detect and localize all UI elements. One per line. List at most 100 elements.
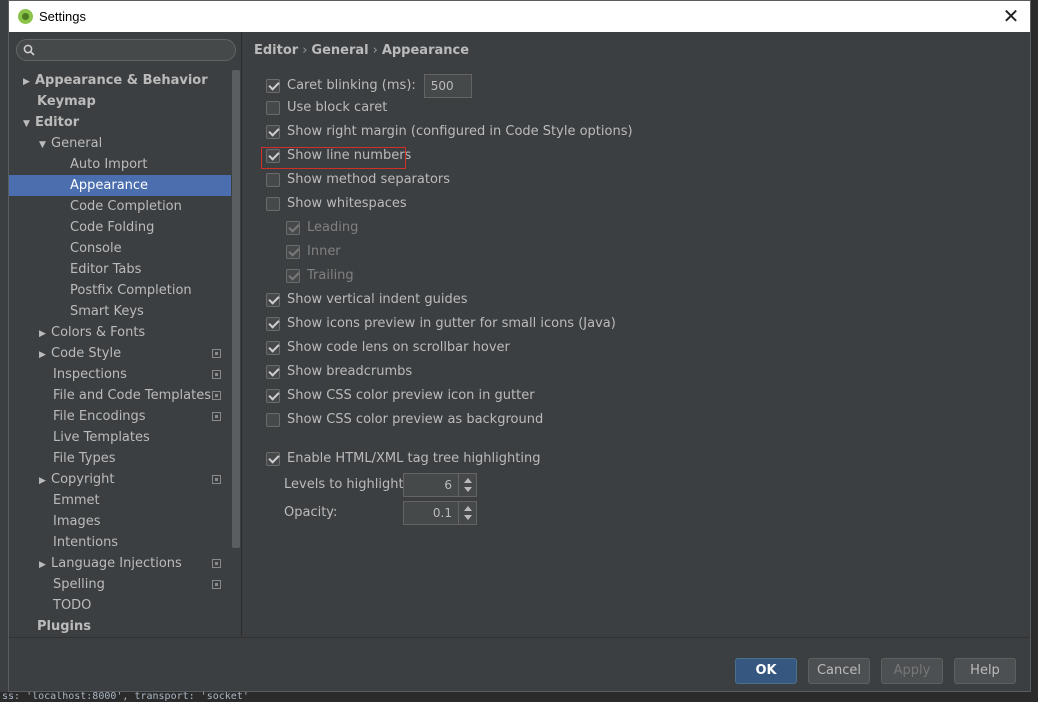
- tree-item[interactable]: Plugins: [9, 616, 231, 637]
- tree-item-label: TODO: [53, 598, 92, 613]
- tree-item-label: Spelling: [53, 577, 105, 592]
- tree-item-label: File Encodings: [53, 409, 146, 424]
- right-margin-checkbox[interactable]: [266, 125, 280, 139]
- breadcrumbs-checkbox[interactable]: [266, 365, 280, 379]
- css-color-background-checkbox[interactable]: [266, 413, 280, 427]
- whitespaces-checkbox[interactable]: [266, 197, 280, 211]
- tag-tree-checkbox[interactable]: [266, 452, 280, 466]
- opacity-spinner[interactable]: 0.1: [403, 501, 477, 525]
- css-color-icon-option[interactable]: Show CSS color preview icon in gutter: [266, 386, 535, 406]
- tree-item[interactable]: Keymap: [9, 91, 231, 112]
- tree-item[interactable]: Images: [9, 511, 231, 532]
- indent-guides-checkbox[interactable]: [266, 293, 280, 307]
- collapse-arrow-icon[interactable]: ▼: [23, 114, 35, 135]
- caret-blinking-label: Caret blinking (ms):: [287, 78, 416, 93]
- tag-tree-option[interactable]: Enable HTML/XML tag tree highlighting: [266, 449, 540, 469]
- tree-item[interactable]: TODO: [9, 595, 231, 616]
- leading-checkbox[interactable]: [286, 221, 300, 235]
- leading-label: Leading: [307, 220, 359, 235]
- tree-item-label: File Types: [53, 451, 116, 466]
- tree-item[interactable]: File Types: [9, 448, 231, 469]
- tree-scrollbar[interactable]: [232, 70, 240, 548]
- tree-item[interactable]: Inspections: [9, 364, 231, 385]
- collapse-arrow-icon[interactable]: ▼: [39, 135, 51, 156]
- tree-item[interactable]: ▶ Code Style: [9, 343, 231, 364]
- tree-item[interactable]: Console: [9, 238, 231, 259]
- tree-item-label: Colors & Fonts: [51, 325, 146, 340]
- spinner-up-icon[interactable]: [464, 478, 472, 483]
- tree-item-label: Intentions: [53, 535, 119, 550]
- trailing-checkbox[interactable]: [286, 269, 300, 283]
- indent-guides-option[interactable]: Show vertical indent guides: [266, 290, 468, 310]
- whitespaces-option[interactable]: Show whitespaces: [266, 194, 407, 214]
- block-caret-checkbox[interactable]: [266, 101, 280, 115]
- tree-item[interactable]: ▶ Colors & Fonts: [9, 322, 231, 343]
- tree-item-label: Console: [70, 241, 122, 256]
- caret-blinking-option[interactable]: Caret blinking (ms): 500: [266, 73, 472, 99]
- tree-item-label: Code Folding: [70, 220, 155, 235]
- ok-button[interactable]: OK: [735, 658, 797, 684]
- levels-row: Levels to highlight:: [284, 472, 408, 496]
- trailing-option[interactable]: Trailing: [286, 266, 354, 286]
- window-title: Settings: [39, 9, 86, 24]
- block-caret-option[interactable]: Use block caret: [266, 98, 387, 118]
- spinner-up-icon[interactable]: [464, 506, 472, 511]
- tree-item[interactable]: Code Folding: [9, 217, 231, 238]
- spinner-down-icon[interactable]: [464, 515, 472, 520]
- levels-spinner[interactable]: 6: [403, 473, 477, 497]
- opacity-spinner-arrows[interactable]: [458, 502, 476, 524]
- spinner-down-icon[interactable]: [464, 487, 472, 492]
- tree-item[interactable]: Code Completion: [9, 196, 231, 217]
- expand-arrow-icon[interactable]: ▶: [39, 324, 51, 345]
- levels-value: 6: [444, 478, 452, 492]
- caret-blinking-checkbox[interactable]: [266, 79, 280, 93]
- trailing-label: Trailing: [307, 268, 354, 283]
- tree-item[interactable]: ▶ Language Injections: [9, 553, 231, 574]
- tree-item[interactable]: ▶ Copyright: [9, 469, 231, 490]
- levels-label: Levels to highlight:: [284, 476, 408, 492]
- caret-blinking-input[interactable]: 500: [423, 74, 472, 98]
- tree-item[interactable]: Live Templates: [9, 427, 231, 448]
- icons-preview-checkbox[interactable]: [266, 317, 280, 331]
- tree-item[interactable]: Emmet: [9, 490, 231, 511]
- tree-item-label: Appearance: [70, 178, 149, 193]
- code-lens-checkbox[interactable]: [266, 341, 280, 355]
- help-button[interactable]: Help: [954, 658, 1016, 684]
- tag-tree-label: Enable HTML/XML tag tree highlighting: [287, 451, 541, 466]
- inner-option[interactable]: Inner: [286, 242, 341, 262]
- cancel-button[interactable]: Cancel: [808, 658, 870, 684]
- close-icon[interactable]: ✕: [1000, 5, 1022, 27]
- tree-item-label: Postfix Completion: [70, 283, 192, 298]
- tree-item[interactable]: File Encodings: [9, 406, 231, 427]
- apply-button[interactable]: Apply: [881, 658, 943, 684]
- expand-arrow-icon[interactable]: ▶: [39, 471, 51, 492]
- settings-search[interactable]: [16, 39, 236, 61]
- tree-item[interactable]: Appearance: [9, 175, 231, 196]
- tree-item[interactable]: Spelling: [9, 574, 231, 595]
- right-margin-option[interactable]: Show right margin (configured in Code St…: [266, 122, 633, 142]
- css-color-icon-checkbox[interactable]: [266, 389, 280, 403]
- project-settings-icon: [212, 580, 221, 589]
- code-lens-option[interactable]: Show code lens on scrollbar hover: [266, 338, 510, 358]
- levels-spinner-arrows[interactable]: [458, 474, 476, 496]
- tree-item[interactable]: ▶ Appearance & Behavior: [9, 70, 231, 91]
- icons-preview-option[interactable]: Show icons preview in gutter for small i…: [266, 314, 616, 334]
- tree-item[interactable]: Editor Tabs: [9, 259, 231, 280]
- tree-item[interactable]: ▼ Editor: [9, 112, 231, 133]
- tree-item[interactable]: ▼ General: [9, 133, 231, 154]
- expand-arrow-icon[interactable]: ▶: [39, 555, 51, 576]
- method-separators-option[interactable]: Show method separators: [266, 170, 450, 190]
- expand-arrow-icon[interactable]: ▶: [39, 345, 51, 366]
- leading-option[interactable]: Leading: [286, 218, 358, 238]
- method-separators-checkbox[interactable]: [266, 173, 280, 187]
- search-input[interactable]: [39, 42, 229, 58]
- inner-checkbox[interactable]: [286, 245, 300, 259]
- tree-item[interactable]: Smart Keys: [9, 301, 231, 322]
- expand-arrow-icon[interactable]: ▶: [23, 72, 35, 93]
- tree-item[interactable]: Auto Import: [9, 154, 231, 175]
- tree-item[interactable]: Postfix Completion: [9, 280, 231, 301]
- breadcrumbs-option[interactable]: Show breadcrumbs: [266, 362, 412, 382]
- tree-item[interactable]: Intentions: [9, 532, 231, 553]
- css-color-background-option[interactable]: Show CSS color preview as background: [266, 410, 543, 430]
- tree-item[interactable]: File and Code Templates: [9, 385, 231, 406]
